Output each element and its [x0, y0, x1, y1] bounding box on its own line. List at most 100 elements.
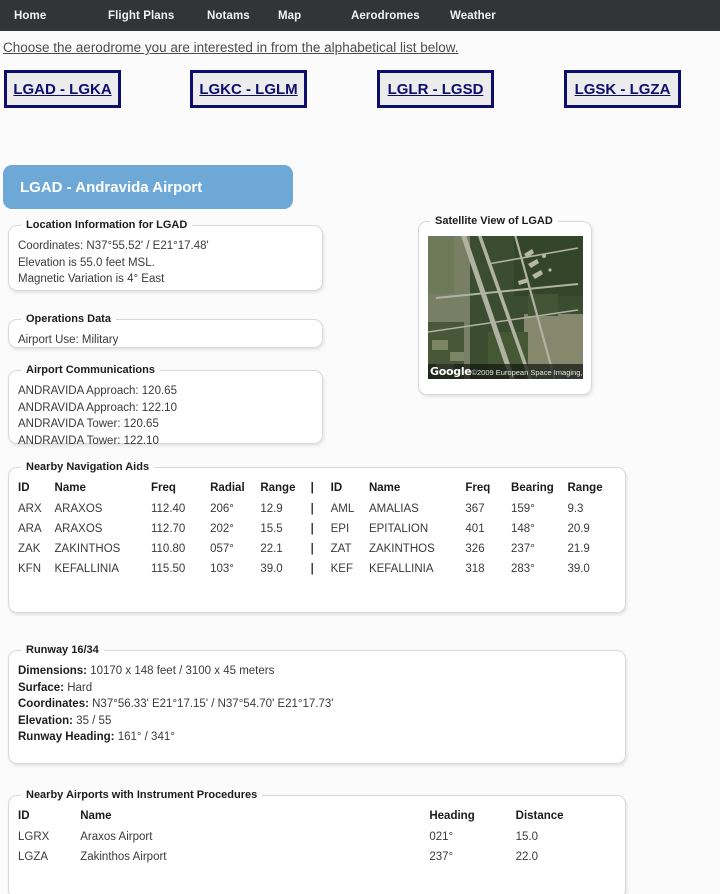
nav-item-home[interactable]: Home — [14, 10, 108, 22]
location-information-legend: Location Information for LGAD — [26, 219, 188, 231]
operations-data-panel: Operations Data Airport Use: Military — [8, 313, 323, 348]
ndb-range: 9.3 — [567, 503, 584, 515]
location-information-panel: Location Information for LGAD Coordinate… — [8, 219, 323, 291]
nearby-airport-name: Araxos Airport — [80, 831, 153, 843]
nearby-airport-heading: 021° — [429, 831, 454, 843]
nav-item-flight-plans[interactable]: Flight Plans — [108, 10, 207, 22]
range-button-label: LGLR - LGSD — [387, 80, 484, 98]
nearby-airport-heading: 237° — [429, 851, 454, 863]
ndb-bearing: 159° — [511, 503, 535, 515]
comm-line: ANDRAVIDA Tower: 122.10 — [18, 434, 159, 447]
runway-coordinates: Coordinates: N37°56.33' E21°17.15' / N37… — [18, 696, 616, 713]
satellite-image[interactable]: Google©2009 European Space Imaging, Land… — [428, 236, 583, 379]
nav-item-notams[interactable]: Notams — [207, 10, 278, 22]
ndb-id: EPI — [330, 523, 350, 535]
table-row: ZAK ZAKINTHOS 110.80 057° 22.1 | ZAT ZAK… — [18, 539, 616, 559]
nearby-airport-id: LGRX — [18, 831, 50, 843]
runway-panel: Runway 16/34 Dimensions: 10170 x 148 fee… — [8, 644, 626, 764]
navaids-col-radial: Radial — [210, 482, 245, 494]
navaid-id: ZAK — [18, 543, 41, 555]
navaids-header-row: ID Name Freq Radial Range | ID Name Freq… — [18, 480, 616, 499]
navaids-col-range-left: Range — [260, 482, 296, 494]
location-elevation: Elevation is 55.0 feet MSL. — [18, 256, 155, 269]
navaid-radial: 206° — [210, 503, 234, 515]
range-button-label: LGSK - LGZA — [574, 80, 671, 98]
ndb-id: AML — [330, 503, 355, 515]
navaids-row-separator: | — [310, 523, 314, 535]
nearby-navigation-aids-panel: Nearby Navigation Aids ID Name Freq Radi… — [8, 461, 626, 613]
navaid-id: KFN — [18, 563, 41, 575]
ndb-range: 20.9 — [567, 523, 590, 535]
navaid-name: KEFALLINIA — [54, 563, 120, 575]
ndb-id: ZAT — [330, 543, 352, 555]
nearby-col-distance: Distance — [515, 810, 564, 822]
runway-elevation-label: Elevation: — [18, 714, 73, 727]
runway-legend: Runway 16/34 — [26, 644, 99, 656]
ndb-name: KEFALLINIA — [368, 563, 434, 575]
range-button-lglr-lgsd[interactable]: LGLR - LGSD — [377, 70, 494, 108]
runway-elevation-value: 35 / 55 — [76, 714, 112, 727]
nearby-navigation-aids-legend: Nearby Navigation Aids — [26, 461, 150, 473]
nearby-airport-id: LGZA — [18, 851, 49, 863]
nearby-airport-name: Zakinthos Airport — [80, 851, 167, 863]
comm-line: ANDRAVIDA Tower: 120.65 — [18, 418, 159, 430]
navaids-col-freq-left: Freq — [150, 482, 176, 494]
satellite-view-panel: Satellite View of LGAD Google©2009 Europ… — [418, 215, 592, 395]
nav-item-map[interactable]: Map — [278, 10, 351, 22]
ndb-range: 21.9 — [567, 543, 590, 555]
ndb-bearing: 237° — [511, 543, 535, 555]
airport-details-section: Nearby Navigation Aids ID Name Freq Radi… — [0, 461, 720, 894]
nearby-col-name: Name — [80, 810, 112, 822]
nav-item-aerodromes[interactable]: Aerodromes — [351, 10, 450, 22]
range-button-lgsk-lgza[interactable]: LGSK - LGZA — [564, 70, 681, 108]
runway-dimensions: Dimensions: 10170 x 148 feet / 3100 x 45… — [18, 663, 616, 680]
airport-overview-section: Location Information for LGAD Coordinate… — [0, 215, 720, 451]
nearby-airports-legend: Nearby Airports with Instrument Procedur… — [26, 789, 258, 801]
airport-communications-legend: Airport Communications — [26, 364, 155, 376]
nearby-airports-panel: Nearby Airports with Instrument Procedur… — [8, 789, 626, 894]
navaids-col-name-left: Name — [54, 482, 86, 494]
nearby-airport-distance: 22.0 — [515, 851, 539, 863]
navaids-row-separator: | — [310, 563, 314, 575]
ndb-freq: 326 — [465, 543, 485, 555]
nearby-airports-header-row: ID Name Heading Distance — [18, 808, 616, 827]
ndb-freq: 367 — [465, 503, 485, 515]
nearby-airports-table: ID Name Heading Distance LGRX Araxos Air… — [18, 808, 616, 867]
main-navigation-bar: Home Flight Plans Notams Map Aerodromes … — [0, 0, 720, 31]
navaid-freq: 115.50 — [150, 563, 186, 575]
navaids-col-range-right: Range — [567, 482, 603, 494]
navaid-id: ARA — [18, 523, 42, 535]
navaids-row-separator: | — [310, 503, 314, 515]
runway-dimensions-label: Dimensions: — [18, 665, 88, 677]
navaids-row-separator: | — [310, 543, 314, 555]
runway-coordinates-label: Coordinates: — [18, 698, 89, 710]
navaid-freq: 112.40 — [150, 503, 186, 515]
comm-line: ANDRAVIDA Approach: 122.10 — [18, 401, 177, 414]
navaid-id: ARX — [18, 503, 42, 515]
ndb-bearing: 148° — [511, 523, 535, 535]
nav-item-weather[interactable]: Weather — [450, 10, 496, 22]
ndb-freq: 401 — [465, 523, 485, 535]
table-row: ARX ARAXOS 112.40 206° 12.9 | AML AMALIA… — [18, 499, 616, 519]
aerodrome-range-button-group: LGAD - LGKA LGKC - LGLM LGLR - LGSD LGSK… — [0, 70, 720, 132]
navaid-freq: 110.80 — [150, 543, 186, 555]
runway-heading-label: Runway Heading: — [18, 731, 115, 743]
runway-surface-value: Hard — [67, 681, 93, 694]
ndb-range: 39.0 — [567, 563, 590, 575]
satellite-imagery-graphic — [428, 236, 583, 379]
runway-dimensions-value: 10170 x 148 feet / 3100 x 45 meters — [90, 665, 275, 677]
range-button-lgkc-lglm[interactable]: LGKC - LGLM — [190, 70, 307, 108]
location-coordinates: Coordinates: N37°55.52' / E21°17.48' — [18, 240, 209, 252]
instruction-text: Choose the aerodrome you are interested … — [3, 40, 459, 55]
ndb-id: KEF — [330, 563, 353, 575]
runway-elevation: Elevation: 35 / 55 — [18, 713, 616, 730]
navaids-col-id-right: ID — [330, 482, 343, 494]
navaids-col-id-left: ID — [18, 482, 30, 494]
airport-communications-panel: Airport Communications ANDRAVIDA Approac… — [8, 364, 323, 447]
navaid-name: ARAXOS — [54, 503, 103, 515]
range-button-lgad-lgka[interactable]: LGAD - LGKA — [4, 70, 121, 108]
satellite-view-legend: Satellite View of LGAD — [435, 215, 553, 227]
nearby-airport-distance: 15.0 — [515, 831, 539, 843]
comm-line: ANDRAVIDA Approach: 120.65 — [18, 385, 177, 397]
nearby-col-id: ID — [18, 810, 30, 822]
